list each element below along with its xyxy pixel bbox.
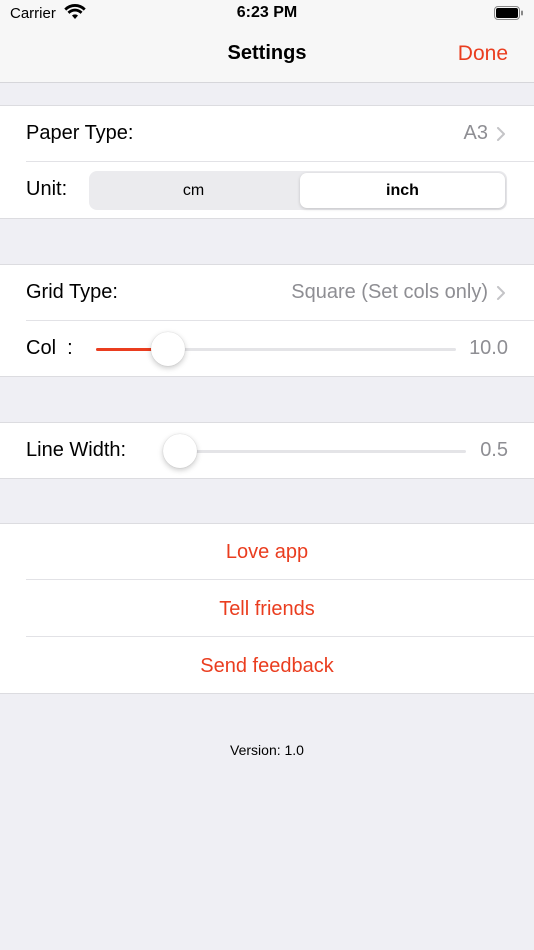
page-title: Settings bbox=[227, 42, 307, 64]
paper-type-value: A3 bbox=[463, 122, 488, 144]
unit-row: Unit: cm inch bbox=[0, 162, 534, 218]
paper-type-label: Paper Type: bbox=[26, 122, 134, 144]
version-label: Version: 1.0 bbox=[230, 742, 304, 758]
love-app-button[interactable]: Love app bbox=[0, 524, 534, 580]
grid-type-row[interactable]: Grid Type: Square (Set cols only) bbox=[0, 265, 534, 321]
battery-icon bbox=[494, 6, 524, 20]
row-divider bbox=[26, 636, 534, 637]
line-width-label: Line Width: bbox=[26, 439, 127, 461]
grid-type-label: Grid Type: bbox=[26, 281, 118, 303]
grid-settings-group: Grid Type: Square (Set cols only) Col : … bbox=[0, 264, 534, 377]
line-width-slider-thumb[interactable] bbox=[163, 434, 197, 468]
col-row: Col : 10.0 bbox=[0, 321, 534, 377]
unit-label: Unit: bbox=[26, 178, 68, 200]
tell-friends-label: Tell friends bbox=[219, 598, 315, 620]
love-app-label: Love app bbox=[225, 541, 309, 563]
tell-friends-button[interactable]: Tell friends bbox=[0, 581, 534, 637]
clock: 6:23 PM bbox=[236, 4, 298, 21]
col-value: 10.0 bbox=[469, 337, 508, 359]
col-label: Col : bbox=[26, 337, 73, 359]
chevron-right-icon bbox=[496, 127, 506, 141]
line-width-value: 0.5 bbox=[480, 439, 508, 461]
actions-group: Love app Tell friends Send feedback bbox=[0, 523, 534, 694]
chevron-right-icon bbox=[496, 286, 506, 300]
paper-settings-group: Paper Type: A3 Unit: cm inch bbox=[0, 105, 534, 219]
paper-type-row[interactable]: Paper Type: A3 bbox=[0, 106, 534, 162]
navigation-bar: Settings Done bbox=[0, 28, 534, 83]
done-button[interactable]: Done bbox=[458, 42, 508, 66]
line-width-slider[interactable] bbox=[163, 434, 466, 468]
status-bar: Carrier 6:23 PM bbox=[0, 0, 534, 28]
line-width-row: Line Width: 0.5 bbox=[0, 423, 534, 479]
row-divider bbox=[26, 579, 534, 580]
col-slider[interactable] bbox=[96, 332, 456, 366]
unit-segmented-control: cm inch bbox=[89, 171, 507, 210]
col-slider-thumb[interactable] bbox=[151, 332, 185, 366]
unit-option-inch[interactable]: inch bbox=[300, 173, 505, 208]
unit-option-cm[interactable]: cm bbox=[91, 173, 296, 208]
line-settings-group: Line Width: 0.5 bbox=[0, 422, 534, 479]
send-feedback-button[interactable]: Send feedback bbox=[0, 638, 534, 694]
grid-type-value: Square (Set cols only) bbox=[291, 281, 488, 303]
send-feedback-label: Send feedback bbox=[200, 655, 334, 677]
